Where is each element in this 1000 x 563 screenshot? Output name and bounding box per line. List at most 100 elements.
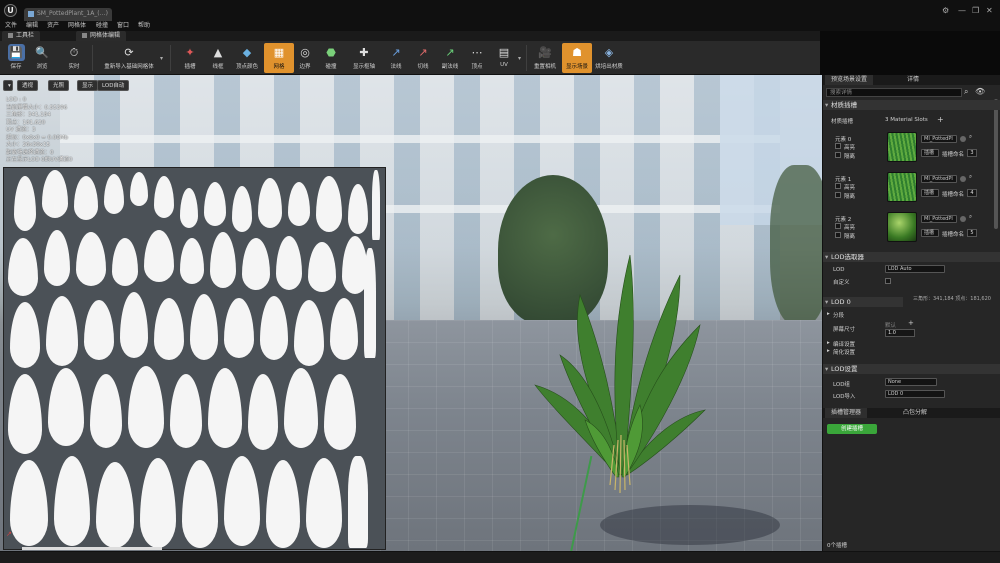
perspective-button[interactable]: 透视 [17,80,39,91]
tab-convex-decomposition[interactable]: 凸包分解 [897,408,933,418]
uv-island [76,232,106,286]
lod-dropdown[interactable]: LOD Auto [885,265,945,273]
element-2-material-dropdown[interactable]: MI_PottedPl [921,215,957,223]
menu-collision[interactable]: 碰撞 [96,21,108,31]
show-button[interactable]: 显示 [77,80,99,91]
add-material-slot-icon[interactable]: + [937,115,944,124]
uv-island [74,176,98,220]
binormals-button[interactable]: ↗ 副法线 [435,43,465,73]
element-1-browse-icon[interactable]: ⌕ [969,174,972,181]
menu-help[interactable]: 帮助 [138,21,150,31]
details-search-input[interactable]: 搜索详情 [826,88,962,97]
view-options-icon[interactable]: 👁 [975,87,985,96]
element-1-material-dropdown[interactable]: MI_PottedPl [921,175,957,183]
settings-icon[interactable]: ⚙ [942,6,949,15]
show-pivot-button[interactable]: ✚ 显示枢轴 [349,43,379,73]
uv-island [130,172,148,206]
screen-size-input[interactable]: 1.0 [885,329,915,337]
uv-island [308,242,336,292]
element-2-slot-index[interactable]: 5 [967,229,977,237]
element-0-isolate-checkbox[interactable] [835,152,841,158]
element-1-highlight-checkbox[interactable] [835,183,841,189]
add-screen-size-icon[interactable]: + [908,319,914,327]
uv-island [210,232,236,288]
section-lod-picker[interactable]: LOD选取器 [823,252,1000,262]
socket-button[interactable]: ✦ 插槽 [175,43,205,73]
asset-tab[interactable]: SM_PottedPlant_1A_(…) [24,8,112,21]
custom-lod-checkbox[interactable] [885,278,891,284]
viewport[interactable]: ▾ 透视 光照 显示 LOD自动 LOD : 0 当前屏幕大小：0.55396 … [0,75,822,551]
tab-socket-manager[interactable]: 插槽管理器 [825,408,868,418]
element-2-isolate-checkbox[interactable] [835,232,841,238]
tab-toolbar[interactable]: 工具栏 [2,31,41,41]
element-1-slot-index[interactable]: 4 [967,189,977,197]
section-lod-0[interactable]: LOD 0 [823,297,903,307]
plant-mesh[interactable] [530,235,710,495]
reduction-settings-expander-icon[interactable]: ▸ [827,348,830,354]
tab-preview-scene-settings[interactable]: 预览场景设置 [825,75,874,85]
details-scrollbar[interactable] [994,99,998,229]
element-0-material-thumbnail[interactable] [887,132,917,162]
background-tree [770,165,822,325]
reimport-button[interactable]: ⟳ 重新导入基础网格体 [98,43,160,73]
lod-group-dropdown[interactable]: None [885,378,937,386]
menu-file[interactable]: 文件 [5,21,17,31]
minimize-button[interactable]: — [958,6,966,15]
browse-button[interactable]: 🔍 浏览 [27,43,57,73]
close-button[interactable]: ✕ [986,6,993,15]
viewport-scrollbar[interactable] [22,547,162,550]
normals-label: 法线 [390,64,402,70]
bake-material-button[interactable]: ◈ 烘培出材质 [594,43,624,73]
element-2-browse-icon[interactable]: ⌕ [969,214,972,221]
sections-expander-icon[interactable]: ▸ [827,311,830,317]
lit-button[interactable]: 光照 [48,80,70,91]
element-0-slot-index[interactable]: 3 [967,149,977,157]
viewport-options-button[interactable]: ▾ [3,80,13,91]
element-1-slot-dropdown[interactable]: 插槽 [921,189,939,197]
menu-window[interactable]: 窗口 [117,21,129,31]
menu-mesh[interactable]: 网格体 [68,21,86,31]
maximize-button[interactable]: ❐ [972,6,979,15]
element-2-reset-icon[interactable] [960,216,966,222]
section-lod-0-label: LOD 0 [831,298,851,306]
element-1-material-thumbnail[interactable] [887,172,917,202]
element-0-slot-dropdown[interactable]: 插槽 [921,149,939,157]
uv-island [84,300,114,360]
section-material-slots[interactable]: 材质插槽 [823,100,1000,110]
uv-dropdown-icon[interactable]: ▾ [518,55,521,62]
tab-mesh-edit[interactable]: 网格体编辑 [76,31,127,41]
element-2-highlight-checkbox[interactable] [835,223,841,229]
build-settings-expander-icon[interactable]: ▸ [827,340,830,346]
create-socket-button[interactable]: 创建插槽 [827,424,877,434]
vertex-color-button[interactable]: ◆ 顶点颜色 [232,43,262,73]
collision-button[interactable]: ⬣ 碰撞 [316,43,346,73]
reset-camera-button[interactable]: 🎥 重置相机 [530,43,560,73]
lod-import-dropdown[interactable]: LOD 0 [885,390,945,398]
element-0-browse-icon[interactable]: ⌕ [969,134,972,141]
tab-details[interactable]: 详情 [901,75,925,85]
menu-edit[interactable]: 编辑 [26,21,38,31]
element-0-reset-icon[interactable] [960,136,966,142]
lod-auto-button[interactable]: LOD自动 [97,80,130,91]
element-0-highlight-checkbox[interactable] [835,143,841,149]
uv-island [260,296,288,360]
element-1-isolate-checkbox[interactable] [835,192,841,198]
tangents-label: 切线 [417,64,429,70]
menu-asset[interactable]: 资产 [47,21,59,31]
realtime-button[interactable]: ⏱ 实时 [59,43,89,73]
element-1-reset-icon[interactable] [960,176,966,182]
show-scene-button[interactable]: ☗ 显示场景 [562,43,592,73]
wireframe-button[interactable]: ▲ 线框 [203,43,233,73]
tangents-button[interactable]: ↗ 切线 [408,43,438,73]
stat-lod: LOD : 0 [6,97,27,103]
reimport-dropdown-icon[interactable]: ▾ [160,55,163,62]
vertices-button[interactable]: ⋯ 顶点 [462,43,492,73]
normals-button[interactable]: ↗ 法线 [381,43,411,73]
element-2-material-thumbnail[interactable] [887,212,917,242]
element-0-material-dropdown[interactable]: MI_PottedPl [921,135,957,143]
section-lod-settings[interactable]: LOD设置 [823,364,1000,374]
uv-button[interactable]: ▤ UV [489,43,519,73]
search-icon[interactable]: ⌕ [964,87,968,97]
element-2-slot-dropdown[interactable]: 插槽 [921,229,939,237]
uv-layout-overlay [3,167,386,550]
